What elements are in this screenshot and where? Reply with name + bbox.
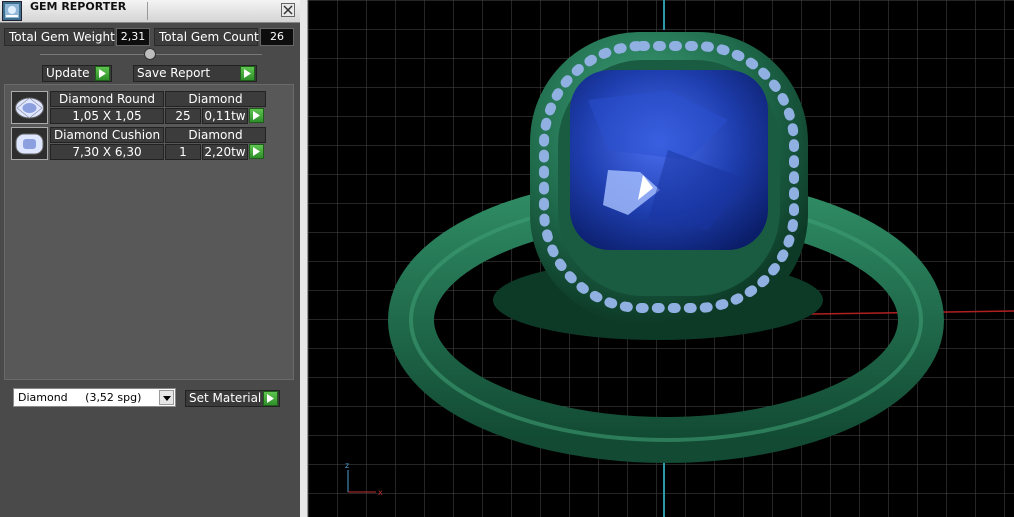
total-gem-count-label: Total Gem Count xyxy=(154,28,259,46)
gem-select-button[interactable] xyxy=(249,108,264,123)
save-report-button-label: Save Report xyxy=(137,66,211,80)
gem-list: Diamond Round Diamond 1,05 X 1,05 25 0,1… xyxy=(4,84,294,380)
material-select[interactable]: Diamond (3,52 spg) xyxy=(13,388,176,407)
gem-material: Diamond xyxy=(165,91,266,107)
gem-row[interactable]: Diamond Round Diamond 1,05 X 1,05 25 0,1… xyxy=(11,91,273,125)
set-material-button[interactable]: Set Material xyxy=(185,390,280,407)
gem-weight: 2,20tw xyxy=(202,144,248,160)
play-icon xyxy=(240,66,255,81)
gem-select-button[interactable] xyxy=(249,144,264,159)
round-gem-icon xyxy=(11,91,48,124)
save-report-button[interactable]: Save Report xyxy=(133,65,257,82)
slider-handle[interactable] xyxy=(144,48,156,60)
title-bar: GEM REPORTER xyxy=(0,0,300,23)
gem-reporter-icon xyxy=(2,1,22,21)
gem-weight: 0,11tw xyxy=(202,108,248,124)
update-button-label: Update xyxy=(46,66,90,80)
chevron-down-icon[interactable] xyxy=(159,390,174,405)
gem-size: 1,05 X 1,05 xyxy=(50,108,164,124)
gem-count: 25 xyxy=(165,108,201,124)
window-title: GEM REPORTER xyxy=(30,0,127,13)
play-icon xyxy=(95,66,110,81)
total-gem-weight-value: 2,31 xyxy=(116,28,150,46)
play-icon xyxy=(253,147,260,156)
svg-text:x: x xyxy=(378,488,383,497)
gem-reporter-panel: GEM REPORTER Total Gem Weight 2,31 Total… xyxy=(0,0,300,517)
total-gem-count-value: 26 xyxy=(260,28,294,46)
gem-name: Diamond Cushion xyxy=(50,127,164,143)
set-material-button-label: Set Material xyxy=(189,391,262,405)
close-button[interactable] xyxy=(281,3,295,17)
gem-material: Diamond xyxy=(165,127,266,143)
gem-count: 1 xyxy=(165,144,201,160)
close-icon xyxy=(283,5,293,15)
play-icon xyxy=(253,111,260,120)
viewport-scene: z x xyxy=(308,0,1014,517)
3d-viewport[interactable]: z x xyxy=(308,0,1014,517)
play-icon xyxy=(263,391,278,406)
cushion-gem-icon xyxy=(11,127,48,160)
gem-row[interactable]: Diamond Cushion Diamond 7,30 X 6,30 1 2,… xyxy=(11,127,273,161)
panel-divider[interactable] xyxy=(300,0,308,517)
gem-name: Diamond Round xyxy=(50,91,164,107)
svg-text:z: z xyxy=(345,461,349,470)
total-gem-weight-label: Total Gem Weight xyxy=(4,28,115,46)
update-button[interactable]: Update xyxy=(42,65,112,82)
material-select-value: Diamond (3,52 spg) xyxy=(18,391,142,404)
gem-size: 7,30 X 6,30 xyxy=(50,144,164,160)
title-separator xyxy=(147,2,148,20)
